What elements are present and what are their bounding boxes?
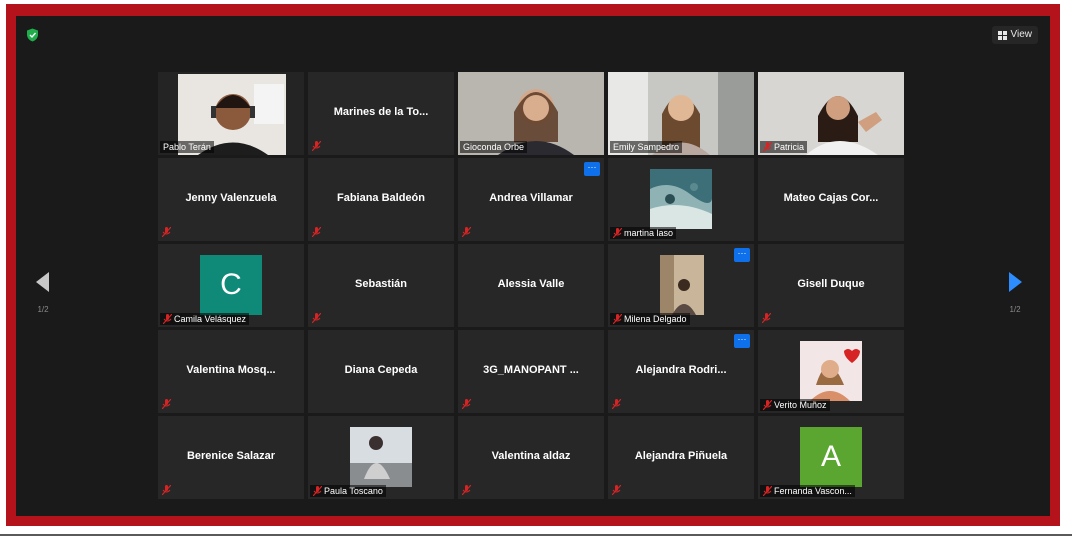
participant-name: Fabiana Baldeón: [336, 192, 426, 204]
participant-name: 3G_MANOPANT ...: [483, 364, 579, 376]
participant-tile[interactable]: Jenny Valenzuela: [158, 158, 304, 241]
participant-tile[interactable]: Gisell Duque: [758, 244, 904, 327]
participant-name: Mateo Cajas Cor...: [783, 192, 879, 204]
participant-name: Marines de la To...: [333, 106, 429, 118]
participant-tile[interactable]: ··· Milena Delgado: [608, 244, 754, 327]
view-label: View: [1010, 29, 1033, 40]
page-indicator-left: 1/2: [37, 305, 49, 314]
participant-tile[interactable]: ··· Andrea Villamar: [458, 158, 604, 241]
participant-tile[interactable]: C Camila Velásquez: [158, 244, 304, 327]
mic-muted-icon: [462, 485, 471, 495]
participant-name: Alessia Valle: [497, 278, 565, 290]
name-label: Verito Muñoz: [760, 399, 830, 411]
participant-name: Gisell Duque: [797, 278, 865, 290]
name-label: Gioconda Orbe: [460, 141, 528, 153]
participant-tile[interactable]: martina laso: [608, 158, 754, 241]
profile-picture: [350, 427, 412, 487]
profile-picture: [660, 255, 704, 315]
participant-tile[interactable]: Fabiana Baldeón: [308, 158, 454, 241]
participant-tile[interactable]: Marines de la To...: [308, 72, 454, 155]
participant-tile[interactable]: Paula Toscano: [308, 416, 454, 499]
view-button[interactable]: View: [991, 26, 1038, 44]
avatar: C: [200, 255, 262, 315]
mic-muted-icon: [612, 485, 621, 495]
mic-muted-icon: [763, 400, 772, 410]
name-label: Camila Velásquez: [160, 313, 250, 325]
mic-muted-icon: [462, 227, 471, 237]
name-label: martina laso: [610, 227, 677, 239]
previous-page-button[interactable]: 1/2: [28, 272, 58, 314]
shield-icon[interactable]: [26, 28, 39, 42]
participant-name: Sebastián: [355, 278, 407, 290]
participant-tile[interactable]: Valentina aldaz: [458, 416, 604, 499]
participant-name: Valentina Mosq...: [186, 364, 276, 376]
more-options-button[interactable]: ···: [584, 162, 600, 176]
mic-muted-icon: [763, 486, 772, 496]
participant-tile[interactable]: Emily Sampedro: [608, 72, 754, 155]
participant-tile[interactable]: 3G_MANOPANT ...: [458, 330, 604, 413]
participant-tile[interactable]: Berenice Salazar: [158, 416, 304, 499]
participant-name: Diana Cepeda: [344, 364, 418, 376]
participant-tile[interactable]: Verito Muñoz: [758, 330, 904, 413]
mic-muted-icon: [313, 486, 322, 496]
mic-muted-icon: [162, 485, 171, 495]
mic-muted-icon: [763, 142, 772, 152]
mic-muted-icon: [762, 313, 771, 323]
next-page-button[interactable]: 1/2: [1000, 272, 1030, 314]
mic-muted-icon: [163, 314, 172, 324]
name-label: Emily Sampedro: [610, 141, 683, 153]
mic-muted-icon: [162, 227, 171, 237]
participant-tile[interactable]: ··· Alejandra Rodri...: [608, 330, 754, 413]
profile-picture: [800, 341, 862, 401]
participant-tile[interactable]: Mateo Cajas Cor...: [758, 158, 904, 241]
mic-muted-icon: [613, 314, 622, 324]
participant-tile[interactable]: Patricia: [758, 72, 904, 155]
participant-tile[interactable]: Alessia Valle: [458, 244, 604, 327]
avatar: A: [800, 427, 862, 487]
mic-muted-icon: [162, 399, 171, 409]
page-indicator-right: 1/2: [1009, 305, 1021, 314]
divider: [0, 534, 1072, 536]
participant-name: Valentina aldaz: [491, 450, 571, 462]
participant-name: Alejandra Rodri...: [635, 364, 727, 376]
name-label: Paula Toscano: [310, 485, 386, 497]
grid-icon: [997, 30, 1007, 40]
arrow-right-icon: [1009, 272, 1022, 292]
more-options-button[interactable]: ···: [734, 248, 750, 262]
mic-muted-icon: [312, 227, 321, 237]
mic-muted-icon: [312, 313, 321, 323]
name-label: Patricia: [760, 141, 808, 153]
participant-tile[interactable]: Pablo Terán: [158, 72, 304, 155]
arrow-left-icon: [36, 272, 49, 292]
participant-name: Andrea Villamar: [489, 192, 573, 204]
mic-muted-icon: [462, 399, 471, 409]
name-label: Milena Delgado: [610, 313, 690, 325]
participant-tile[interactable]: Gioconda Orbe: [458, 72, 604, 155]
participant-tile[interactable]: A Fernanda Vascon...: [758, 416, 904, 499]
name-label: Fernanda Vascon...: [760, 485, 855, 497]
mic-muted-icon: [312, 141, 321, 151]
participant-tile[interactable]: Sebastián: [308, 244, 454, 327]
participant-name: Jenny Valenzuela: [185, 192, 277, 204]
name-label: Pablo Terán: [160, 141, 214, 153]
participant-name: Berenice Salazar: [186, 450, 276, 462]
profile-picture: [650, 169, 712, 229]
participant-name: Alejandra Piñuela: [634, 450, 728, 462]
participant-tile[interactable]: Valentina Mosq...: [158, 330, 304, 413]
meeting-window: View 1/2 1/2 Pablo Terán Marines de la T…: [16, 16, 1050, 516]
participant-tile[interactable]: Alejandra Piñuela: [608, 416, 754, 499]
more-options-button[interactable]: ···: [734, 334, 750, 348]
participant-tile[interactable]: Diana Cepeda: [308, 330, 454, 413]
red-frame: View 1/2 1/2 Pablo Terán Marines de la T…: [6, 4, 1060, 526]
mic-muted-icon: [613, 228, 622, 238]
mic-muted-icon: [612, 399, 621, 409]
